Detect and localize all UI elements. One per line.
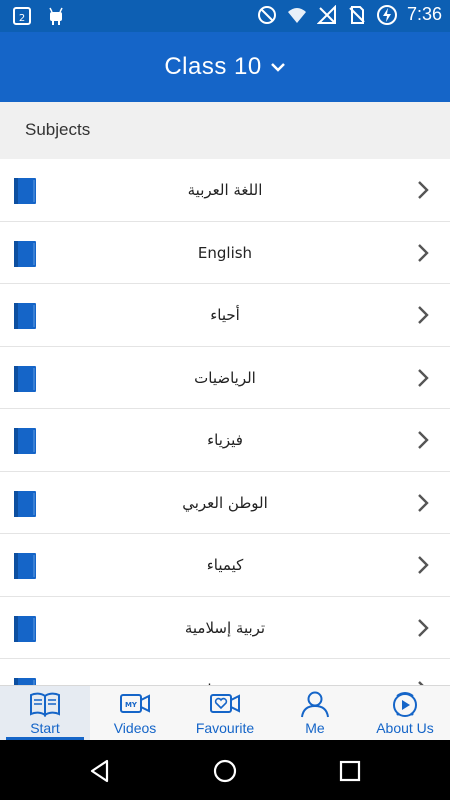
chevron-right-icon (418, 368, 429, 387)
do-not-disturb-icon (257, 5, 276, 24)
book-icon (14, 303, 36, 329)
section-header: Subjects (0, 102, 450, 159)
tab-about-us-label: About Us (376, 720, 434, 736)
bottom-tab-bar: Start MY Videos Favourite Me About Us (0, 685, 450, 740)
no-signal-icon (316, 4, 336, 24)
book-icon (14, 365, 36, 392)
subject-row[interactable]: تربية وطنية (0, 659, 450, 685)
about-icon (393, 692, 417, 717)
subject-name: الوطن العربي (182, 493, 268, 512)
favourite-video-icon (210, 694, 240, 713)
subject-name: تربية وطنية (50, 659, 400, 685)
chevron-right-icon (418, 556, 429, 574)
chevron-down-icon (270, 63, 285, 72)
chevron-right-icon (418, 243, 429, 262)
book-icon (14, 553, 36, 579)
svg-text:2: 2 (19, 13, 25, 24)
subject-row[interactable]: تربية إسلامية (0, 597, 450, 659)
status-bar: 2 7:36 (0, 0, 450, 32)
back-icon[interactable] (87, 758, 113, 784)
my-videos-icon: MY (120, 694, 150, 713)
tab-start[interactable]: Start (0, 686, 90, 740)
android-debug-icon (49, 7, 63, 25)
tab-favourite-label: Favourite (195, 720, 255, 736)
subject-name: فيزياء (207, 431, 243, 449)
book-icon (14, 615, 36, 642)
system-nav-bar (0, 740, 450, 800)
subject-name: الرياضيات (194, 368, 256, 387)
subject-row[interactable]: أحياء (0, 284, 450, 347)
book-icon (14, 428, 36, 454)
subject-list[interactable]: اللغة العربية English أحياء الرياضيات فيزياء… (0, 159, 450, 685)
subject-name: English (197, 243, 253, 262)
tab-me[interactable]: Me (270, 686, 360, 740)
tab-videos[interactable]: MY Videos (90, 686, 180, 740)
tab-favourite[interactable]: Favourite (180, 686, 270, 740)
subject-name: أحياء (210, 306, 240, 324)
book-icon (14, 678, 36, 685)
no-sim-icon (349, 5, 365, 24)
home-icon[interactable] (212, 758, 238, 784)
section-title: Subjects (25, 120, 91, 139)
battery-charging-icon (376, 4, 397, 25)
subject-row[interactable]: كيمياء (0, 534, 450, 597)
subject-row[interactable]: English (0, 222, 450, 284)
subject-name: كيمياء (206, 556, 244, 574)
class-title: Class 10 (164, 53, 262, 80)
svg-text:MY: MY (125, 701, 138, 709)
chevron-right-icon (418, 181, 429, 199)
subject-row[interactable]: الرياضيات (0, 347, 450, 409)
subject-name: اللغة العربية (187, 181, 263, 199)
subject-row[interactable]: فيزياء (0, 409, 450, 472)
class-selector[interactable]: Class 10 (0, 32, 450, 102)
book-open-icon (30, 692, 60, 717)
tab-about-us[interactable]: About Us (360, 686, 450, 740)
chevron-right-icon (418, 306, 429, 324)
clock: 7:36 (406, 4, 442, 24)
recents-icon[interactable] (337, 758, 363, 784)
book-icon (14, 178, 36, 204)
app-bar: Class 10 (0, 32, 450, 102)
subject-row[interactable]: اللغة العربية (0, 159, 450, 222)
tab-videos-label: Videos (113, 720, 157, 736)
tab-start-label: Start (30, 720, 60, 736)
chevron-right-icon (418, 493, 429, 512)
book-icon (14, 490, 36, 517)
book-icon (14, 240, 36, 267)
tab-me-label: Me (305, 720, 325, 736)
subject-name: تربية إسلامية (184, 618, 266, 637)
subject-row[interactable]: الوطن العربي (0, 472, 450, 534)
person-icon (301, 691, 329, 718)
chevron-right-icon (418, 431, 429, 449)
chevron-right-icon (418, 618, 429, 637)
notification-icon: 2 (13, 7, 31, 25)
wifi-icon (287, 7, 306, 23)
